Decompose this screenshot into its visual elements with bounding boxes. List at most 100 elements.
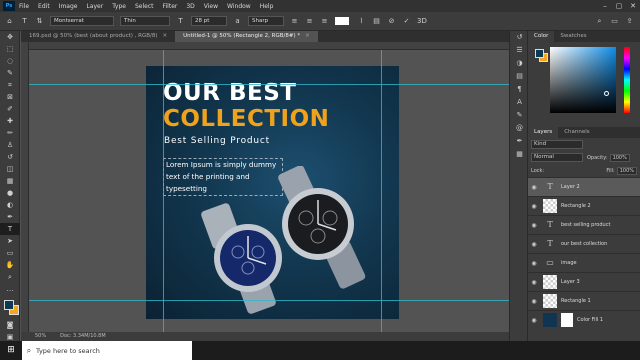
menu-filter[interactable]: Filter [163,3,178,10]
vertical-ruler[interactable] [21,42,29,332]
history-brush-icon[interactable]: ↺ [0,151,20,163]
properties-icon[interactable]: ☰ [510,44,529,57]
tab-color[interactable]: Color [528,31,555,42]
text-color-swatch[interactable] [335,17,349,25]
layer-row[interactable]: ◉ ▭ image [528,253,640,272]
anti-alias-select[interactable]: Sharp [248,16,284,26]
color-picker-field[interactable] [550,47,616,113]
kind-filter-select[interactable]: Kind [531,140,583,149]
healing-tool-icon[interactable]: ✚ [0,115,20,127]
layer-row[interactable]: ◉ Rectangle 2 [528,196,640,215]
eyedropper-tool-icon[interactable]: ✐ [0,103,20,115]
layer-name[interactable]: Rectangle 2 [561,203,591,209]
headline-collection[interactable]: COLLECTION [163,106,329,132]
visibility-eye-icon[interactable]: ◉ [528,184,540,191]
layer-row[interactable]: ◉ T our best collection [528,234,640,253]
layer-name[interactable]: Layer 3 [561,279,580,285]
visibility-eye-icon[interactable]: ◉ [528,203,540,210]
swatches-icon[interactable]: ▦ [510,148,529,161]
workspace-icon[interactable]: ▭ [610,17,619,26]
shape-tool-icon[interactable]: ▭ [0,247,20,259]
blend-mode-select[interactable]: Normal [531,153,583,162]
home-icon[interactable]: ⌂ [5,17,14,26]
zoom-level[interactable]: 50% [35,332,46,341]
dodge-tool-icon[interactable]: ◐ [0,199,20,211]
stamp-tool-icon[interactable]: ♙ [0,139,20,151]
layer-row[interactable]: ◉ Rectangle 1 [528,291,640,310]
lasso-tool-icon[interactable]: ◌ [0,55,20,67]
quick-select-tool-icon[interactable]: ✎ [0,67,20,79]
font-size-select[interactable]: 28 pt [191,16,227,26]
menu-view[interactable]: View [204,3,218,10]
menu-layer[interactable]: Layer [86,3,103,10]
layer-row[interactable]: ◉ T best selling product [528,215,640,234]
layer-name[interactable]: Color Fill 1 [577,317,603,323]
menu-window[interactable]: Window [227,3,251,10]
font-family-select[interactable]: Montserrat [50,16,114,26]
eraser-tool-icon[interactable]: ◫ [0,163,20,175]
crop-tool-icon[interactable]: ⌗ [0,79,20,91]
visibility-eye-icon[interactable]: ◉ [528,241,540,248]
color-swatches[interactable] [0,299,20,319]
3d-icon[interactable]: 3D [417,17,427,26]
guide-horizontal[interactable] [29,84,509,85]
tab-untitled-1[interactable]: Untitled-1 @ 50% (Rectangle 2, RGB/8#) *… [175,31,318,42]
brush-tool-icon[interactable]: ✏ [0,127,20,139]
layer-row[interactable]: ◉ Color Fill 1 [528,310,640,329]
canvas-area[interactable]: OUR BEST COLLECTION Best Selling Product… [29,50,509,332]
taskbar-search-box[interactable]: ⌕ Type here to search [22,341,192,360]
visibility-eye-icon[interactable]: ◉ [528,279,540,286]
align-left-icon[interactable]: ≡ [290,17,299,26]
guide-horizontal[interactable] [29,300,509,301]
layer-row[interactable]: ◉ Layer 3 [528,272,640,291]
brush-settings-icon[interactable]: ✎ [510,109,529,122]
horizontal-ruler[interactable] [29,42,509,50]
menu-edit[interactable]: Edit [38,3,50,10]
watch-image[interactable] [186,166,376,316]
visibility-eye-icon[interactable]: ◉ [528,317,540,324]
tab-layers[interactable]: Layers [528,127,559,138]
adjustments-icon[interactable]: ◑ [510,57,529,70]
pen-tool-icon[interactable]: ✒ [0,211,20,223]
cancel-icon[interactable]: ⊘ [387,17,396,26]
move-tool-icon[interactable]: ✥ [0,31,20,43]
windows-start-icon[interactable]: ⊞ [0,341,22,360]
tab-169-psd[interactable]: 169.psd @ 50% (best (about product) , RG… [21,31,175,42]
marquee-tool-icon[interactable]: ⬚ [0,43,20,55]
menu-select[interactable]: Select [135,3,154,10]
layer-name[interactable]: Layer 2 [561,184,580,190]
menu-3d[interactable]: 3D [186,3,194,10]
layer-name[interactable]: best selling product [561,222,610,228]
layer-row[interactable]: ◉ T Layer 2 [528,177,640,196]
quick-mask-icon[interactable]: ◙ [0,319,20,331]
close-tab-icon[interactable]: ✕ [305,33,310,39]
share-icon[interactable]: ⇪ [625,17,634,26]
menu-image[interactable]: Image [59,3,78,10]
align-center-icon[interactable]: ≡ [305,17,314,26]
close-tab-icon[interactable]: ✕ [163,33,168,39]
history-icon[interactable]: ↺ [510,31,529,44]
doc-size[interactable]: Doc: 3.34M/10.8M [60,332,106,341]
character-panel-icon[interactable]: ▤ [372,17,381,26]
foreground-color-swatch[interactable] [4,300,14,310]
foreground-color-swatch[interactable] [535,49,544,58]
opacity-input[interactable]: 100% [609,153,630,162]
warp-text-icon[interactable]: ⌇ [357,17,366,26]
tab-swatches[interactable]: Swatches [554,31,592,42]
libraries-icon[interactable]: ▤ [510,70,529,83]
character-icon[interactable]: A [510,96,529,109]
minimize-button[interactable]: – [598,0,612,12]
fill-input[interactable]: 100% [616,166,637,175]
font-style-select[interactable]: Thin [120,16,170,26]
gradient-tool-icon[interactable]: ▦ [0,175,20,187]
hue-slider[interactable] [624,47,630,113]
layer-name[interactable]: Rectangle 1 [561,298,591,304]
document-canvas[interactable]: OUR BEST COLLECTION Best Selling Product… [146,66,399,319]
zoom-tool-icon[interactable]: ⌕ [0,271,20,283]
paragraph-icon[interactable]: ¶ [510,83,529,96]
layer-name[interactable]: our best collection [561,241,607,247]
path-select-tool-icon[interactable]: ➤ [0,235,20,247]
commit-icon[interactable]: ✓ [402,17,411,26]
paths-icon[interactable]: ✒ [510,135,529,148]
search-icon[interactable]: ⌕ [595,17,604,26]
